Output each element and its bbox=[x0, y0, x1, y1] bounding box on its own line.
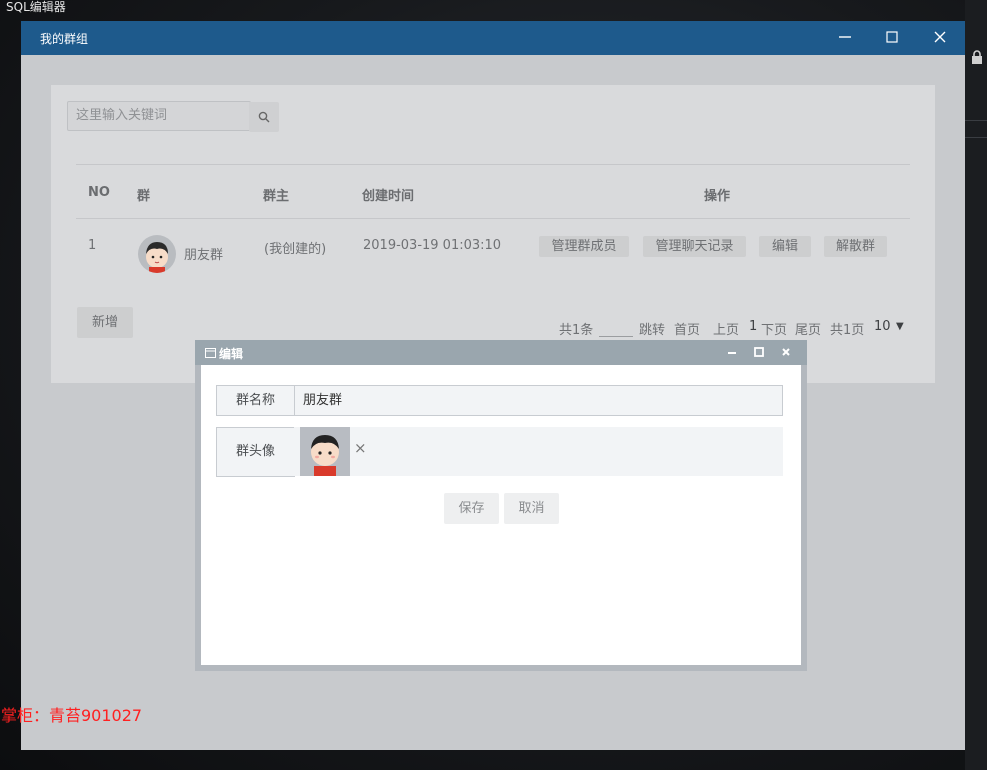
minimize-icon[interactable] bbox=[725, 345, 739, 359]
save-button[interactable]: 保存 bbox=[444, 493, 499, 524]
group-name-label: 群名称 bbox=[216, 385, 295, 416]
manage-chat-history-button[interactable]: 管理聊天记录 bbox=[643, 236, 746, 257]
dialog-body: 群名称 朋友群 群头像 × 保存 取消 bbox=[201, 365, 801, 665]
window-titlebar[interactable]: 我的群组 bbox=[21, 21, 965, 55]
row-no: 1 bbox=[88, 238, 97, 253]
right-side-strip bbox=[965, 0, 987, 770]
dialog-title: 编辑 bbox=[219, 347, 244, 361]
row-group-name: 朋友群 bbox=[184, 248, 224, 263]
desktop-app-title: SQL编辑器 bbox=[6, 0, 66, 14]
maximize-icon bbox=[886, 31, 898, 43]
chevron-down-icon[interactable]: ▼ bbox=[896, 321, 904, 332]
pager-last[interactable]: 尾页 bbox=[795, 319, 821, 338]
search-button[interactable] bbox=[249, 102, 279, 132]
add-button[interactable]: 新增 bbox=[77, 307, 133, 338]
row-created-time: 2019-03-19 01:03:10 bbox=[363, 238, 502, 253]
pager-jump-input[interactable] bbox=[599, 336, 633, 337]
window-title: 我的群组 bbox=[40, 32, 89, 46]
watermark-text: 掌柜：青苔901027 bbox=[1, 706, 143, 725]
col-header-no: NO bbox=[88, 185, 110, 200]
cancel-button[interactable]: 取消 bbox=[504, 493, 559, 524]
avatar-thumbnail[interactable] bbox=[300, 427, 350, 476]
pager-pages: 共1页 bbox=[830, 323, 865, 338]
row-owner: (我创建的) bbox=[264, 242, 327, 257]
manage-members-button[interactable]: 管理群成员 bbox=[539, 236, 629, 257]
search-input[interactable]: 这里输入关键词 bbox=[67, 101, 251, 131]
table-top-divider bbox=[76, 164, 910, 165]
page-size-select[interactable]: 10 bbox=[874, 319, 891, 334]
pager-prev[interactable]: 上页 bbox=[713, 319, 739, 338]
col-header-group: 群 bbox=[137, 189, 151, 204]
minimize-button[interactable] bbox=[832, 25, 858, 51]
group-name-input[interactable]: 朋友群 bbox=[294, 385, 783, 416]
pager-total: 共1条 bbox=[559, 323, 594, 338]
group-avatar-label: 群头像 bbox=[216, 427, 295, 477]
minimize-icon bbox=[839, 36, 851, 38]
group-avatar bbox=[138, 235, 176, 273]
avatar-upload-area: × bbox=[294, 427, 783, 476]
search-icon bbox=[258, 111, 270, 123]
col-header-actions: 操作 bbox=[704, 189, 731, 204]
col-header-owner: 群主 bbox=[263, 189, 290, 204]
table-header-divider bbox=[76, 218, 910, 219]
strip-divider bbox=[965, 137, 987, 138]
edit-dialog: 编辑 群名称 朋友群 群头像 × 保存 取消 bbox=[195, 340, 807, 671]
dissolve-group-button[interactable]: 解散群 bbox=[824, 236, 887, 257]
dialog-titlebar[interactable]: 编辑 bbox=[195, 340, 807, 365]
window-icon bbox=[205, 348, 216, 358]
strip-divider bbox=[965, 120, 987, 121]
remove-avatar-icon[interactable]: × bbox=[354, 439, 367, 457]
pager-first[interactable]: 首页 bbox=[674, 319, 700, 338]
group-list-panel: 这里输入关键词 NO 群 群主 创建时间 操作 1 朋友群 (我创建的) 201… bbox=[51, 85, 935, 383]
lock-icon[interactable] bbox=[971, 50, 983, 64]
pager-current: 1 bbox=[749, 319, 758, 334]
col-header-created: 创建时间 bbox=[362, 189, 415, 204]
pager-next[interactable]: 下页 bbox=[761, 319, 787, 338]
pager-jump[interactable]: 跳转 bbox=[639, 319, 665, 338]
maximize-icon[interactable] bbox=[752, 345, 766, 359]
edit-button[interactable]: 编辑 bbox=[759, 236, 811, 257]
close-icon[interactable] bbox=[779, 345, 793, 359]
close-button[interactable] bbox=[927, 25, 953, 51]
maximize-button[interactable] bbox=[879, 25, 905, 51]
close-icon bbox=[934, 31, 946, 43]
